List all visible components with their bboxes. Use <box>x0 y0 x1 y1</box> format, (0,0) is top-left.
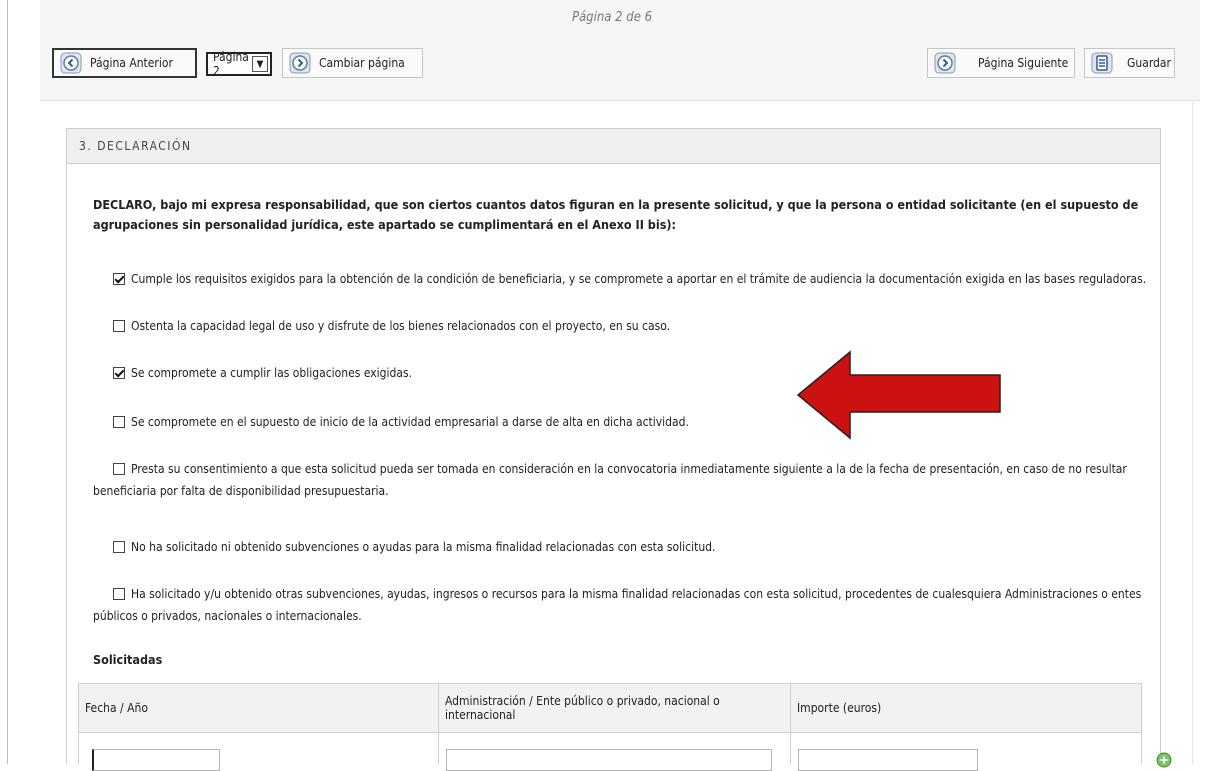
right-border <box>1192 100 1193 764</box>
declaration-checkbox[interactable] <box>113 541 125 553</box>
arrow-polygon <box>796 350 1001 440</box>
previous-page-button[interactable]: Página Anterior <box>52 48 197 78</box>
date-input[interactable] <box>92 749 220 771</box>
page-select[interactable]: Página 2 ▼ <box>206 50 272 78</box>
page-indicator: Página 2 de 6 <box>571 10 653 25</box>
declaration-item-label: Se compromete a cumplir las obligaciones… <box>131 366 413 380</box>
declaration-checkbox[interactable] <box>113 273 125 285</box>
red-arrow-annotation <box>796 350 1001 440</box>
declaration-checkbox[interactable] <box>113 416 125 428</box>
circle-arrow-right-icon <box>289 52 311 74</box>
declaration-item-label: Ha solicitado y/u obtenido otras subvenc… <box>93 587 1142 623</box>
previous-page-label: Página Anterior <box>90 56 173 70</box>
declaration-item-label: Presta su consentimiento a que esta soli… <box>93 462 1127 498</box>
declaration-item: Ha solicitado y/u obtenido otras subvenc… <box>93 583 1153 627</box>
column-header-date: Fecha / Año <box>79 684 439 732</box>
next-page-label: Página Siguiente <box>978 56 1069 70</box>
declaration-text: DECLARO, bajo mi expresa responsabilidad… <box>93 197 1139 232</box>
declaration-checkbox[interactable] <box>113 463 125 475</box>
declaration-item-label: Ostenta la capacidad legal de uso y disf… <box>131 319 671 333</box>
solicitadas-heading: Solicitadas <box>93 652 163 667</box>
change-page-button[interactable]: Cambiar página <box>282 48 423 78</box>
column-divider <box>790 733 791 764</box>
table-header: Fecha / Año Administración / Ente públic… <box>78 683 1142 733</box>
column-header-amount: Importe (euros) <box>797 701 882 715</box>
declaration-item: Presta su consentimiento a que esta soli… <box>93 458 1153 502</box>
circle-arrow-right-icon <box>934 52 956 74</box>
page-select-value: Página 2 <box>213 50 249 78</box>
declaration-checkbox[interactable] <box>113 367 125 379</box>
declaration-item-label: Se compromete en el supuesto de inicio d… <box>131 415 689 429</box>
save-label: Guardar <box>1127 56 1171 70</box>
circle-arrow-left-icon <box>60 52 82 74</box>
declaration-item-label: Cumple los requisitos exigidos para la o… <box>131 272 1147 286</box>
declaration-checkbox[interactable] <box>113 320 125 332</box>
declaration-checkbox[interactable] <box>113 588 125 600</box>
section-title: 3. DECLARACIÓN <box>66 128 1161 164</box>
declaration-item: No ha solicitado ni obtenido subvencione… <box>93 536 1153 558</box>
declaration-item-label: No ha solicitado ni obtenido subvencione… <box>131 540 716 554</box>
declaration-item: Ostenta la capacidad legal de uso y disf… <box>93 315 1153 337</box>
column-header-administration: Administración / Ente público o privado,… <box>439 684 791 732</box>
column-divider <box>438 733 439 764</box>
save-button[interactable]: Guardar <box>1084 48 1175 78</box>
administration-input[interactable] <box>446 749 772 771</box>
chevron-down-icon[interactable]: ▼ <box>252 56 268 72</box>
declaration-item: Cumple los requisitos exigidos para la o… <box>93 268 1153 290</box>
save-icon <box>1091 52 1113 74</box>
left-border <box>7 0 8 764</box>
change-page-label: Cambiar página <box>319 56 405 70</box>
amount-input[interactable] <box>798 749 978 771</box>
next-page-button[interactable]: Página Siguiente <box>927 48 1075 78</box>
add-row-icon[interactable] <box>1156 752 1172 768</box>
